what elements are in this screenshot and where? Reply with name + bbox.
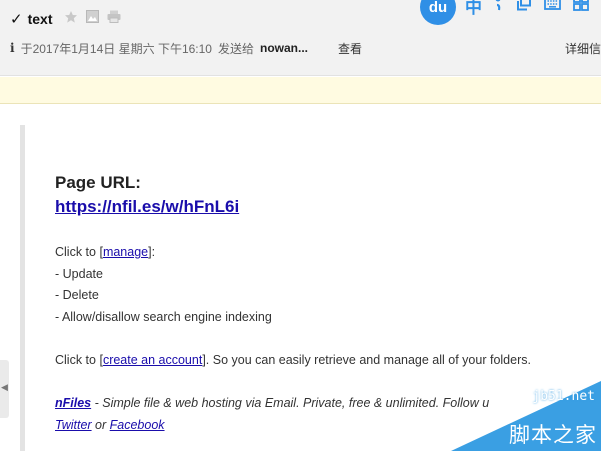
twitter-link[interactable]: Twitter <box>55 418 92 432</box>
option-update: - Update <box>55 267 103 281</box>
sidebar-collapse-handle[interactable]: ◀ <box>0 360 9 418</box>
ime-toolbar: du 中 <box>420 0 601 25</box>
star-icon[interactable] <box>64 10 78 29</box>
account-line: Click to [create an account]. So you can… <box>55 353 531 367</box>
watermark-domain: jb51.net <box>532 389 595 404</box>
sent-date: 于2017年1月14日 星期六 下午16:10 <box>20 41 212 56</box>
view-link[interactable]: 查看 <box>338 40 362 57</box>
watermark-title: 脚本之家 <box>509 423 597 447</box>
option-delete: - Delete <box>55 288 99 302</box>
quote-bar <box>20 125 25 451</box>
grid-menu-icon[interactable] <box>573 0 589 16</box>
print-icon[interactable] <box>107 10 121 28</box>
create-account-link[interactable]: create an account <box>103 353 202 367</box>
image-icon[interactable] <box>86 10 100 28</box>
message-meta: i 于2017年1月14日 星期六 下午16:10 发送给 nowan... 查… <box>10 40 601 56</box>
sender-initial: i <box>10 41 15 55</box>
details-link[interactable]: 详细信 <box>565 40 601 57</box>
social-line: Twitter or Facebook <box>55 418 165 432</box>
recipient-name[interactable]: nowan... <box>260 41 308 55</box>
manage-link[interactable]: manage <box>103 245 148 259</box>
left-arrow-icon: ◀ <box>1 382 8 392</box>
page-url-label: Page URL: <box>55 173 141 192</box>
site-watermark: jb51.net 脚本之家 <box>451 381 601 451</box>
option-indexing: - Allow/disallow search engine indexing <box>55 310 272 324</box>
nfiles-link[interactable]: nFiles <box>55 396 91 410</box>
message-header: ✓ text du 中 i 于2017年1月14日 星期六 下午16:10 发送… <box>0 0 601 76</box>
keyboard-icon[interactable] <box>544 0 561 15</box>
punctuation-icon[interactable] <box>494 0 504 16</box>
facebook-link[interactable]: Facebook <box>110 418 165 432</box>
message-subject: text <box>27 11 53 27</box>
ime-language-toggle[interactable]: 中 <box>465 0 482 18</box>
sent-to-label: 发送给 <box>217 41 254 56</box>
notice-bar <box>0 77 601 104</box>
checkmark-icon: ✓ <box>10 10 23 28</box>
baidu-ime-logo[interactable]: du <box>420 0 456 25</box>
manage-line: Click to [manage]: <box>55 245 156 259</box>
subject-row: ✓ text <box>10 9 121 29</box>
footer-line: nFiles - Simple file & web hosting via E… <box>55 396 490 410</box>
page-url-link[interactable]: https://nfil.es/w/hFnL6i <box>55 197 239 217</box>
clipboard-icon[interactable] <box>516 0 532 16</box>
